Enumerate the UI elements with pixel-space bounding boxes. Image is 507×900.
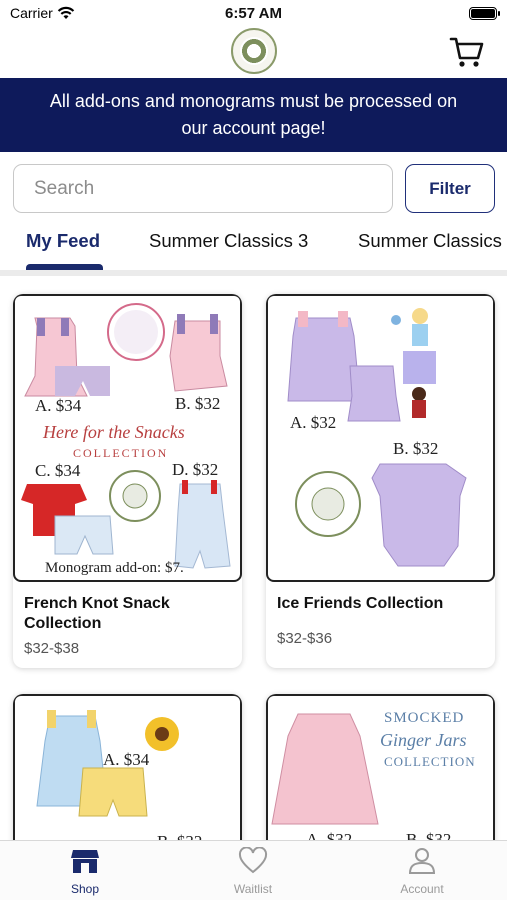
image-price-a: A. $34 bbox=[35, 396, 82, 415]
nav-waitlist[interactable]: Waitlist bbox=[213, 846, 293, 896]
image-price-a: A. $34 bbox=[103, 750, 150, 769]
person-icon bbox=[408, 848, 436, 874]
nav-shop-label: Shop bbox=[70, 882, 100, 896]
category-tabs: My Feed Summer Classics 3 Summer Classic… bbox=[0, 222, 507, 276]
product-card[interactable]: A. $34 B. $32 Here for the Snacks COLLEC… bbox=[13, 294, 242, 668]
bottom-tab-bar: Shop Waitlist Account bbox=[0, 840, 507, 900]
image-price-b: B. $32 bbox=[393, 439, 439, 458]
product-title: Ice Friends Collection bbox=[277, 594, 443, 614]
nav-account[interactable]: Account bbox=[382, 847, 462, 896]
product-card[interactable]: SMOCKED Ginger Jars COLLECTION A. $32 B.… bbox=[266, 694, 495, 854]
product-image[interactable]: SMOCKED Ginger Jars COLLECTION A. $32 B.… bbox=[266, 694, 495, 854]
announcement-banner: All add-ons and monograms must be proces… bbox=[0, 78, 507, 152]
image-price-d: D. $32 bbox=[172, 460, 219, 479]
image-price-a: A. $32 bbox=[290, 413, 337, 432]
image-price-b: B. $32 bbox=[175, 394, 221, 413]
product-title-line-1: Ice Friends Collection bbox=[277, 595, 444, 612]
product-title-line-1: French Knot Snack bbox=[24, 595, 170, 612]
heart-icon bbox=[238, 846, 268, 874]
image-script-title: Ginger Jars bbox=[380, 730, 467, 750]
banner-line-2: our account page! bbox=[181, 118, 326, 138]
product-image[interactable]: A. $32 B. $32 bbox=[266, 294, 495, 582]
brand-logo[interactable] bbox=[231, 28, 277, 74]
app-header bbox=[0, 28, 507, 78]
tabs-divider bbox=[0, 270, 507, 276]
nav-shop[interactable]: Shop bbox=[45, 847, 125, 896]
cart-icon[interactable] bbox=[449, 34, 485, 70]
product-title-line-2: Collection bbox=[24, 615, 102, 632]
product-illustration bbox=[287, 308, 467, 567]
image-price-c: C. $34 bbox=[35, 461, 81, 480]
tab-my-feed[interactable]: My Feed bbox=[26, 230, 100, 252]
status-bar: Carrier 6:57 AM bbox=[0, 0, 507, 28]
banner-line-1: All add-ons and monograms must be proces… bbox=[49, 91, 458, 111]
nav-account-label: Account bbox=[400, 882, 444, 896]
product-image[interactable]: A. $34 B. $32 bbox=[13, 694, 242, 854]
image-smocked-label: SMOCKED bbox=[384, 710, 465, 726]
image-monogram-note: Monogram add-on: $7. bbox=[45, 560, 184, 576]
tab-summer-classics-3[interactable]: Summer Classics 3 bbox=[149, 230, 308, 252]
product-image[interactable]: A. $34 B. $32 Here for the Snacks COLLEC… bbox=[13, 294, 242, 582]
nav-waitlist-label: Waitlist bbox=[233, 882, 273, 896]
product-title: French Knot Snack Collection bbox=[24, 594, 170, 634]
product-price: $32-$38 bbox=[24, 640, 80, 657]
product-card[interactable]: A. $34 B. $32 bbox=[13, 694, 242, 854]
product-card[interactable]: A. $32 B. $32 Ice Friends Collection $32… bbox=[266, 294, 495, 668]
image-collection-label: COLLECTION bbox=[73, 446, 169, 460]
clock: 6:57 AM bbox=[225, 5, 282, 22]
product-price: $32-$36 bbox=[277, 630, 333, 647]
search-input[interactable] bbox=[13, 164, 393, 213]
product-illustration bbox=[36, 710, 179, 817]
battery-icon bbox=[469, 7, 500, 20]
filter-button[interactable]: Filter bbox=[405, 164, 495, 213]
shop-icon bbox=[71, 850, 99, 873]
image-collection-label: COLLECTION bbox=[384, 754, 476, 769]
image-script-title: Here for the Snacks bbox=[43, 422, 185, 442]
tab-summer-classics[interactable]: Summer Classics bbox=[358, 230, 502, 252]
